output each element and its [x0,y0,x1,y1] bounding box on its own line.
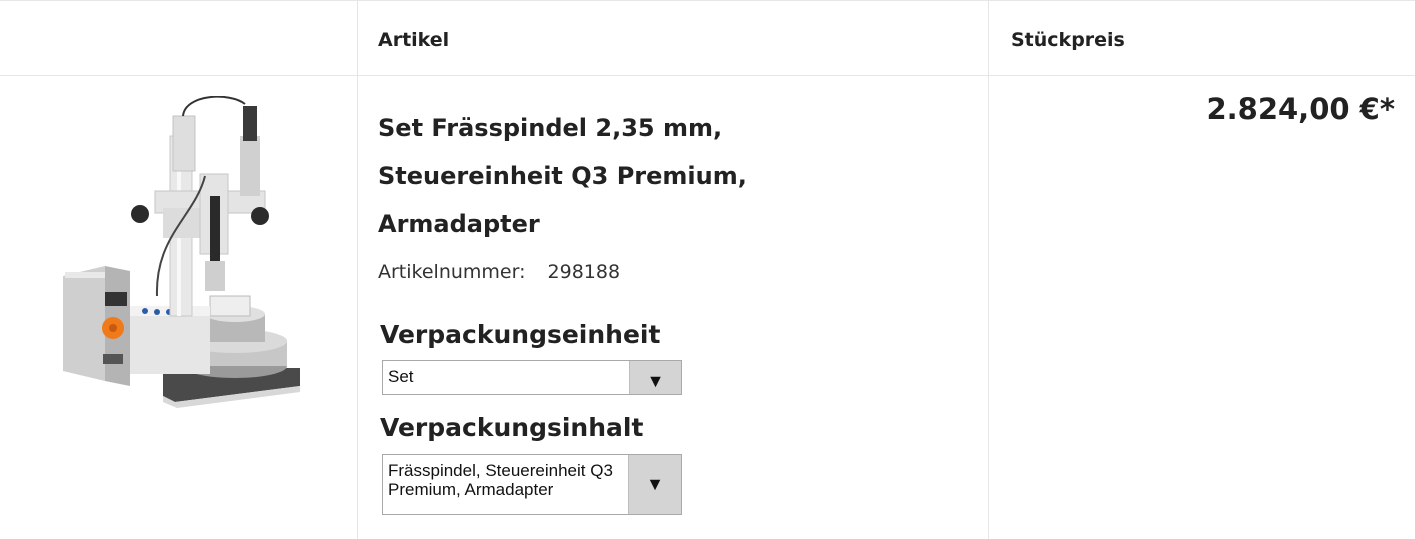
packaging-content-selected: Frässpindel, Steuereinheit Q3 Premium, A… [388,461,613,499]
article-number-label: Artikelnummer: [378,261,526,283]
header-article: Artikel [378,29,450,51]
header-unit-price: Stückpreis [1011,29,1125,51]
header-divider [0,75,1415,76]
product-title-line: Set Frässpindel 2,35 mm, [378,114,723,142]
product-image[interactable] [55,96,310,408]
product-title[interactable]: Set Frässpindel 2,35 mm, Steuereinheit Q… [378,104,938,248]
chevron-down-icon[interactable]: ▼ [628,455,681,514]
packaging-unit-select[interactable]: Set ▼ [382,360,682,395]
packaging-content-select[interactable]: Frässpindel, Steuereinheit Q3 Premium, A… [382,454,682,515]
column-divider [988,0,989,539]
column-divider [357,0,358,539]
product-table: Artikel Stückpreis Set Frässpindel 2,35 … [0,0,1415,539]
packaging-unit-selected: Set [388,367,414,386]
product-title-line: Steuereinheit Q3 Premium, [378,162,747,190]
packaging-content-heading: Verpackungsinhalt [380,413,644,442]
chevron-down-icon[interactable]: ▼ [629,361,681,394]
article-number: Artikelnummer: 298188 [378,261,620,283]
unit-price: 2.824,00 €* [1206,92,1395,126]
product-title-line: Armadapter [378,210,540,238]
article-number-value: 298188 [547,261,621,283]
packaging-unit-heading: Verpackungseinheit [380,320,661,349]
table-top-border [0,0,1415,1]
